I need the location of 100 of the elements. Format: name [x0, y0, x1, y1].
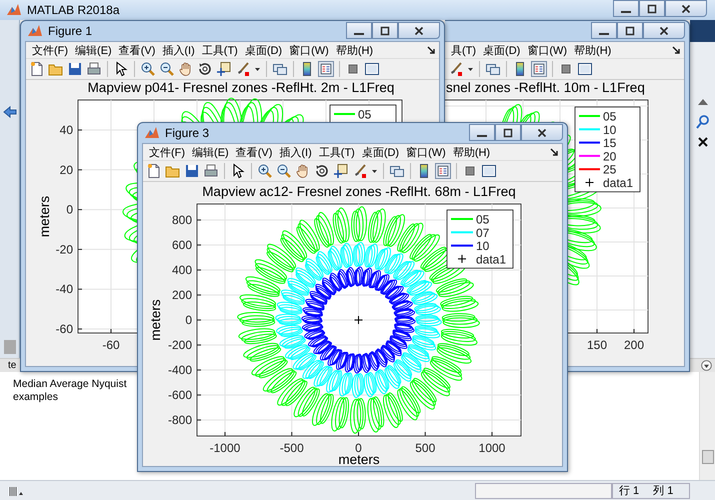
- description-text: Median Average Nyquist examples: [12, 377, 128, 405]
- legend-icon[interactable]: [531, 61, 547, 77]
- menu-item[interactable]: 桌面(D): [481, 42, 522, 58]
- menu-item[interactable]: 查看(V): [234, 144, 274, 160]
- plot-title: Mapview p041- Fresnel zones -ReflHt. 2m - L1Freq: [88, 80, 394, 95]
- maximize-button[interactable]: [495, 124, 521, 141]
- maximize-button[interactable]: [372, 22, 398, 39]
- maximize-icon: [625, 26, 635, 36]
- close-button[interactable]: [398, 22, 440, 39]
- zoom-in-icon[interactable]: [140, 61, 156, 77]
- tick-label: 800: [172, 213, 192, 227]
- legend-label: 10: [603, 122, 616, 137]
- panel-tab[interactable]: te: [8, 360, 16, 371]
- legend-label: 15: [603, 136, 616, 150]
- menu-item[interactable]: 帮助(H): [572, 42, 614, 58]
- close-button[interactable]: [521, 124, 563, 141]
- column-indicator: 列 1: [653, 484, 674, 498]
- app-logo-icon: [6, 2, 22, 18]
- tick-label: -1000: [210, 441, 240, 455]
- plus-marker-icon: [354, 316, 363, 324]
- brush-icon[interactable]: [235, 61, 251, 77]
- maximize-button[interactable]: [639, 0, 665, 17]
- data-cursor-icon[interactable]: [216, 61, 232, 77]
- menu-item[interactable]: 桌面(D): [242, 42, 284, 58]
- close-icon: [681, 4, 691, 14]
- menu-item[interactable]: 桌面(D): [360, 144, 402, 160]
- tick-label: 0: [185, 313, 192, 327]
- window-title: Figure 1: [48, 24, 92, 38]
- legend-label: 05: [476, 212, 490, 226]
- rotate-icon[interactable]: [197, 61, 213, 77]
- zoom-in-icon[interactable]: [257, 163, 273, 179]
- brush-icon[interactable]: [352, 163, 368, 179]
- menu-item[interactable]: 文件(F): [30, 42, 70, 58]
- new-file-icon[interactable]: [146, 163, 162, 179]
- link-plot-icon[interactable]: [485, 61, 501, 77]
- zoom-out-icon[interactable]: [276, 163, 292, 179]
- new-file-icon[interactable]: [29, 61, 45, 77]
- tick-label: 40: [60, 123, 73, 137]
- menu-item[interactable]: 插入(I): [160, 42, 197, 58]
- data-cursor-icon[interactable]: [333, 163, 349, 179]
- legend-label: 20: [603, 149, 616, 164]
- menu-item[interactable]: 窗口(W): [287, 42, 331, 58]
- maximize-button[interactable]: [617, 22, 643, 39]
- back-arrow-icon[interactable]: [2, 104, 18, 120]
- zoom-out-icon[interactable]: [159, 61, 175, 77]
- close-button[interactable]: [665, 0, 707, 17]
- window-panel-icon[interactable]: [364, 61, 380, 77]
- save-icon[interactable]: [184, 163, 200, 179]
- search-icon[interactable]: [694, 114, 710, 130]
- scrollbar[interactable]: [699, 372, 715, 480]
- tick-label: -60: [102, 338, 120, 352]
- minimize-button[interactable]: [591, 22, 617, 39]
- menu-item[interactable]: 编辑(E): [190, 144, 231, 160]
- menu-item[interactable]: 查看(V): [116, 42, 158, 58]
- link-plot-icon[interactable]: [272, 61, 288, 77]
- tick-label: -400: [168, 363, 192, 377]
- app-logo-icon: [144, 125, 160, 141]
- tick-label: 1000: [478, 441, 506, 455]
- dock-arrow-icon[interactable]: [672, 46, 681, 54]
- legend-label: 10: [476, 239, 490, 254]
- menu-item[interactable]: 工具(T): [200, 42, 240, 58]
- menu-item[interactable]: 工具(T): [316, 144, 357, 160]
- close-icon: [659, 26, 669, 36]
- minimize-button[interactable]: [469, 124, 495, 141]
- menu-item[interactable]: 插入(I): [277, 144, 314, 160]
- brush-icon[interactable]: [448, 61, 464, 77]
- minimize-icon: [477, 134, 487, 136]
- link-plot-icon[interactable]: [389, 163, 405, 179]
- menu-item[interactable]: 文件(F): [147, 144, 188, 160]
- tick-label: 200: [624, 338, 644, 352]
- minimize-button[interactable]: [346, 22, 372, 39]
- plot-title: Mapview ac12- Fresnel zones -ReflHt. 68m - L1Freq: [202, 184, 516, 199]
- rotate-icon[interactable]: [314, 163, 330, 179]
- tick-label: -60: [56, 322, 73, 336]
- toolstrip-band: [690, 20, 715, 42]
- minimize-button[interactable]: [613, 0, 639, 17]
- tick-label: -800: [168, 413, 192, 427]
- print-icon[interactable]: [203, 163, 219, 179]
- window-panel-icon[interactable]: [481, 163, 497, 179]
- print-icon[interactable]: [86, 61, 102, 77]
- minimize-icon: [599, 32, 609, 34]
- menu-item[interactable]: 编辑(E): [73, 42, 114, 58]
- dock-arrow-icon[interactable]: [550, 148, 559, 156]
- menu-item[interactable]: 窗口(W): [525, 42, 570, 58]
- tick-label: -500: [280, 441, 304, 455]
- menu-item[interactable]: 帮助(H): [450, 144, 492, 160]
- dropdown-circle-icon[interactable]: [700, 359, 713, 372]
- close-button[interactable]: [643, 22, 685, 39]
- menu-item[interactable]: 具(T): [449, 42, 478, 58]
- legend-box: [446, 210, 514, 269]
- window-panel-icon[interactable]: [577, 61, 593, 77]
- menu-item[interactable]: 帮助(H): [334, 42, 376, 58]
- legend-label: data1: [476, 252, 506, 266]
- save-icon[interactable]: [67, 61, 83, 77]
- menu-item[interactable]: 窗口(W): [404, 144, 448, 160]
- legend-icon[interactable]: [318, 61, 334, 77]
- legend-icon[interactable]: [435, 163, 451, 179]
- dock-arrow-icon[interactable]: [427, 46, 436, 54]
- scroll-thumb[interactable]: [4, 340, 16, 354]
- app-logo-icon: [27, 23, 43, 39]
